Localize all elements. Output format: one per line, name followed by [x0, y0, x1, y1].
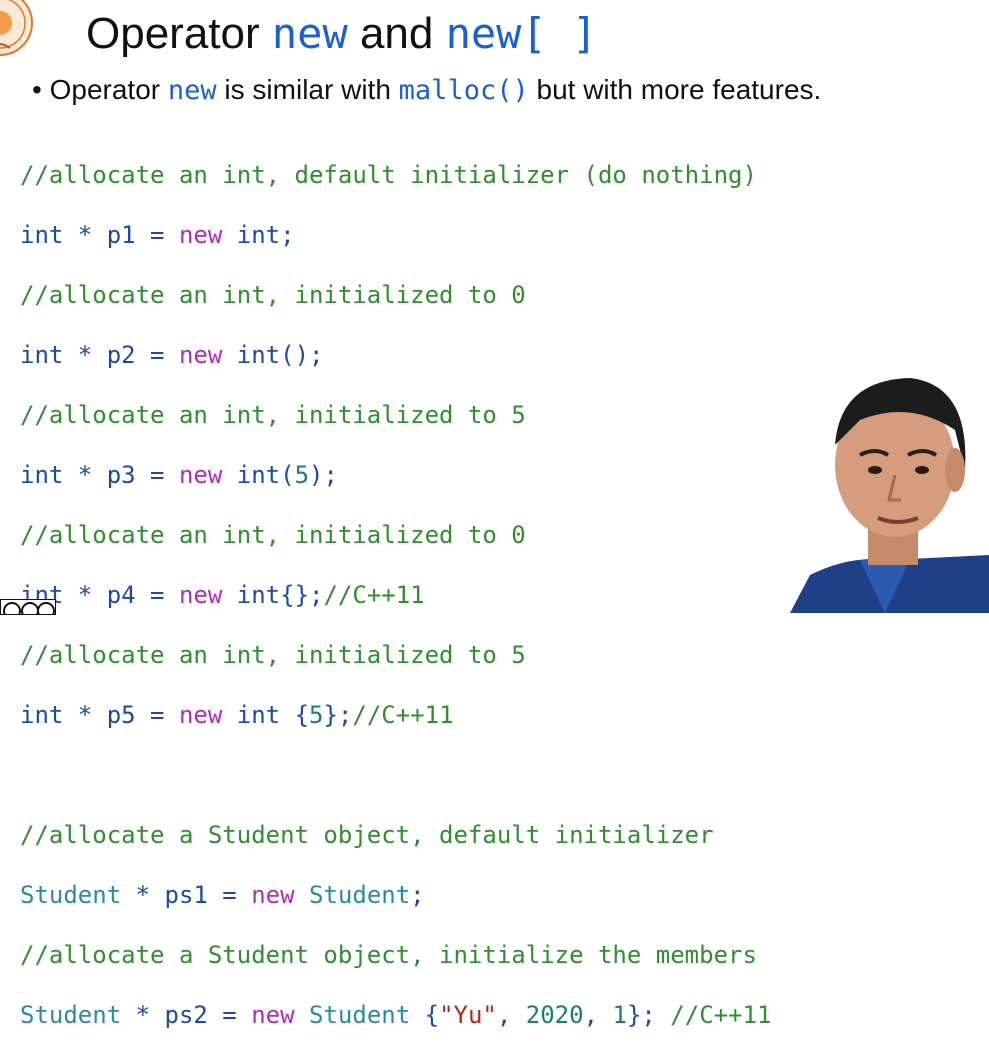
slide-title: Operator new and new[ ] [86, 9, 598, 58]
code-line: int * p4 = new int{};//C++11 [20, 581, 425, 609]
code-line: //allocate an int, initialized to 0 [20, 521, 526, 549]
code-line: int * p5 = new int {5};//C++11 [20, 701, 454, 729]
code-line: int * p3 = new int(5); [20, 461, 338, 489]
code-line: //allocate an int, initialized to 5 [20, 641, 526, 669]
code-line: //allocate a Student object, default ini… [20, 821, 714, 849]
code-line: int * p2 = new int(); [20, 341, 324, 369]
title-keyword-new: new [271, 9, 348, 58]
code-line: Student * ps2 = new Student {"Yu", 2020,… [20, 1001, 772, 1029]
code-line: //allocate an int, default initializer (… [20, 161, 757, 189]
bullet-keyword-malloc: malloc() [398, 75, 529, 106]
code-line: int * p1 = new int; [20, 221, 295, 249]
bullet-dot: • [32, 74, 42, 105]
code-line: //allocate an int, initialized to 0 [20, 281, 526, 309]
bullet-keyword-new: new [167, 75, 217, 106]
code-line: Student * ps1 = new Student; [20, 881, 425, 909]
bullet-point: • Operator new is similar with malloc() … [32, 74, 822, 106]
code-line: //allocate an int, initialized to 5 [20, 401, 526, 429]
title-keyword-new-array: new[ ] [445, 9, 598, 58]
code-block: //allocate an int, default initializer (… [20, 130, 771, 1060]
code-line: //allocate a Student object, initialize … [20, 941, 757, 969]
presenter-image [790, 378, 989, 613]
university-seal-icon [0, 0, 33, 56]
